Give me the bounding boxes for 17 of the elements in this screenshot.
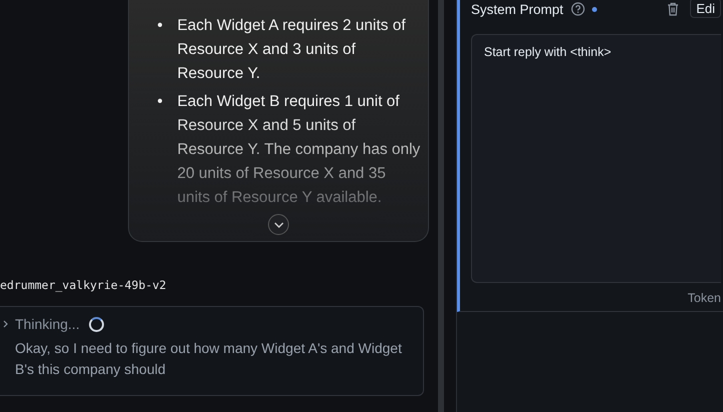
bullet-marker: • — [157, 92, 164, 112]
section-title: System Prompt — [471, 2, 564, 16]
prompt-field[interactable]: Start reply with <think> — [471, 34, 721, 283]
model-name: edrummer_valkyrie-49b-v2 — [0, 278, 168, 292]
chevron-icon[interactable] — [3, 320, 9, 328]
chevron-down-icon — [274, 222, 284, 228]
thinking-label: Thinking... — [15, 316, 80, 332]
trash-icon[interactable] — [667, 2, 680, 16]
bullet-text: Each Widget A requires 2 units of Resource X and 3 units of Resource Y. — [177, 16, 407, 84]
token-label: Token — [688, 291, 721, 305]
thinking-text: Okay, so I need to figure out how many Widget A's and Widget B's this company should — [14, 339, 403, 379]
help-icon[interactable] — [571, 2, 586, 16]
scroll-down-button[interactable] — [268, 214, 290, 235]
bullet-text: Each Widget B requires 1 unit of Resource X and 5 units of Resource Y. The company has only 20 units of Resource X and 35 units of Resource Y available. — [177, 92, 422, 208]
scrollbar[interactable] — [438, 0, 444, 412]
bullet-marker: • — [157, 16, 164, 36]
edit-button[interactable]: Edi — [690, 0, 721, 18]
